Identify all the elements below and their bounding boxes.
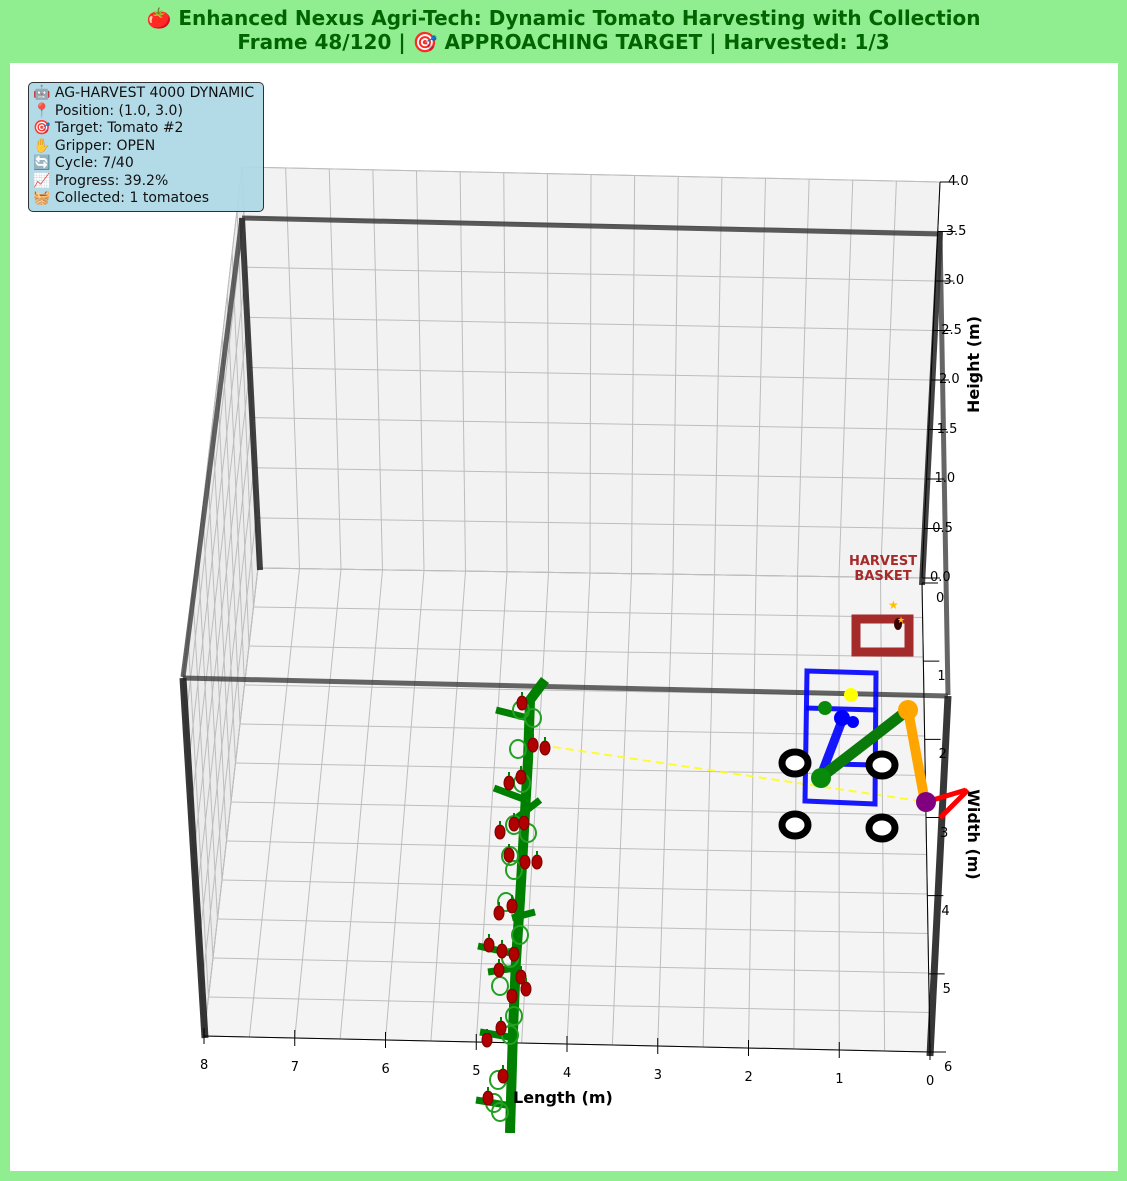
status-collected: 🧺 Collected: 1 tomatoes	[33, 190, 210, 206]
title-line-1: 🍅 Enhanced Nexus Agri-Tech: Dynamic Toma…	[146, 6, 981, 30]
z-tick-label: 0.5	[932, 520, 953, 536]
y-tick-label: 5	[942, 981, 951, 997]
arm-base-joint	[847, 716, 859, 728]
z-tick-label: 1.0	[934, 471, 956, 486]
wheel	[865, 750, 899, 780]
tomato	[495, 1020, 507, 1036]
x-tick-label: 5	[472, 1064, 481, 1079]
status-model: 🤖 AG-HARVEST 4000 DYNAMIC	[33, 85, 255, 101]
x-tick-label: 6	[381, 1062, 390, 1077]
tomato	[520, 981, 532, 997]
y-tick-label: 3	[940, 825, 949, 841]
tomato	[503, 775, 515, 791]
x-tick-label: 4	[563, 1066, 572, 1081]
wheel	[865, 813, 899, 843]
y-tick-label: 1	[937, 669, 946, 685]
tomato	[493, 905, 505, 921]
title-line-2: Frame 48/120 | 🎯 APPROACHING TARGET | Ha…	[237, 30, 890, 54]
tomato	[518, 815, 530, 831]
status-cycle: 🔄 Cycle: 7/40	[33, 155, 134, 171]
tomato	[496, 943, 508, 959]
tomato	[508, 946, 520, 962]
y-axis-label: Width (m)	[963, 789, 983, 880]
z-tick-label: 1.5	[936, 421, 958, 437]
tomato	[539, 740, 551, 756]
robot-crossbar	[805, 705, 877, 713]
tomato	[482, 1090, 494, 1106]
tomato	[503, 847, 515, 863]
z-tick-label: 3.5	[945, 223, 967, 239]
tomato	[493, 962, 505, 978]
status-progress: 📈 Progress: 39.2%	[33, 172, 169, 189]
z-tick-label: 0.0	[930, 570, 951, 585]
x-tick-label: 0	[926, 1074, 935, 1089]
wheel	[778, 748, 812, 778]
status-target: 🎯 Target: Tomato #2	[33, 120, 184, 136]
tomato	[494, 824, 506, 840]
tomato	[506, 898, 518, 914]
plot-area: ★ ★ 8 7 6 5 4 3 2 1 0 0 1 2 3 4 5 6 0.0 0.5 1.0 1.5 2.0 2.5 3.…	[10, 63, 1118, 1171]
y-tick-label: 2	[938, 747, 947, 763]
status-position: 📍 Position: (1.0, 3.0)	[33, 102, 183, 119]
z-tick-label: 4.0	[948, 174, 969, 189]
basket-label: HARVEST BASKET	[848, 554, 918, 584]
z-axis-label: Height (m)	[964, 315, 984, 414]
figure-title: 🍅 Enhanced Nexus Agri-Tech: Dynamic Toma…	[0, 6, 1127, 54]
x-tick-label: 3	[653, 1068, 663, 1083]
status-gripper: ✋ Gripper: OPEN	[33, 137, 156, 154]
x-tick-label: 2	[744, 1070, 753, 1085]
y-tick-label: 6	[944, 1060, 953, 1075]
gripper	[916, 792, 936, 812]
x-tick-label: 7	[290, 1060, 300, 1075]
status-panel: 🤖 AG-HARVEST 4000 DYNAMIC 📍 Position: (1…	[28, 82, 264, 212]
arm-shoulder-joint	[898, 700, 918, 720]
tomato	[483, 937, 495, 953]
tomato	[508, 816, 520, 832]
z-tick-label: 3.0	[943, 273, 965, 288]
y-tick-label: 4	[941, 903, 950, 919]
arm-elbow-joint	[811, 768, 831, 788]
z-tick-label: 2.5	[941, 322, 962, 338]
robot-beacon	[844, 688, 858, 702]
tomato	[527, 737, 539, 753]
sparkle-icon: ★	[897, 616, 905, 626]
x-tick-label: 8	[200, 1058, 209, 1073]
x-tick-label: 1	[835, 1072, 844, 1087]
wheel	[778, 810, 812, 840]
x-axis-label: Length (m)	[513, 1088, 613, 1107]
sparkle-icon: ★	[888, 598, 899, 612]
robot-sensor	[818, 701, 832, 715]
floor	[203, 567, 931, 1053]
frame-post	[937, 231, 951, 696]
y-tick-label: 0	[936, 591, 945, 606]
tomato	[506, 988, 518, 1004]
tomato	[519, 854, 531, 870]
tomato	[516, 695, 528, 711]
tomato	[515, 769, 527, 785]
tomato	[481, 1032, 493, 1048]
z-tick-label: 2.0	[939, 372, 960, 387]
tomato	[531, 854, 543, 870]
tomato	[497, 1068, 509, 1084]
